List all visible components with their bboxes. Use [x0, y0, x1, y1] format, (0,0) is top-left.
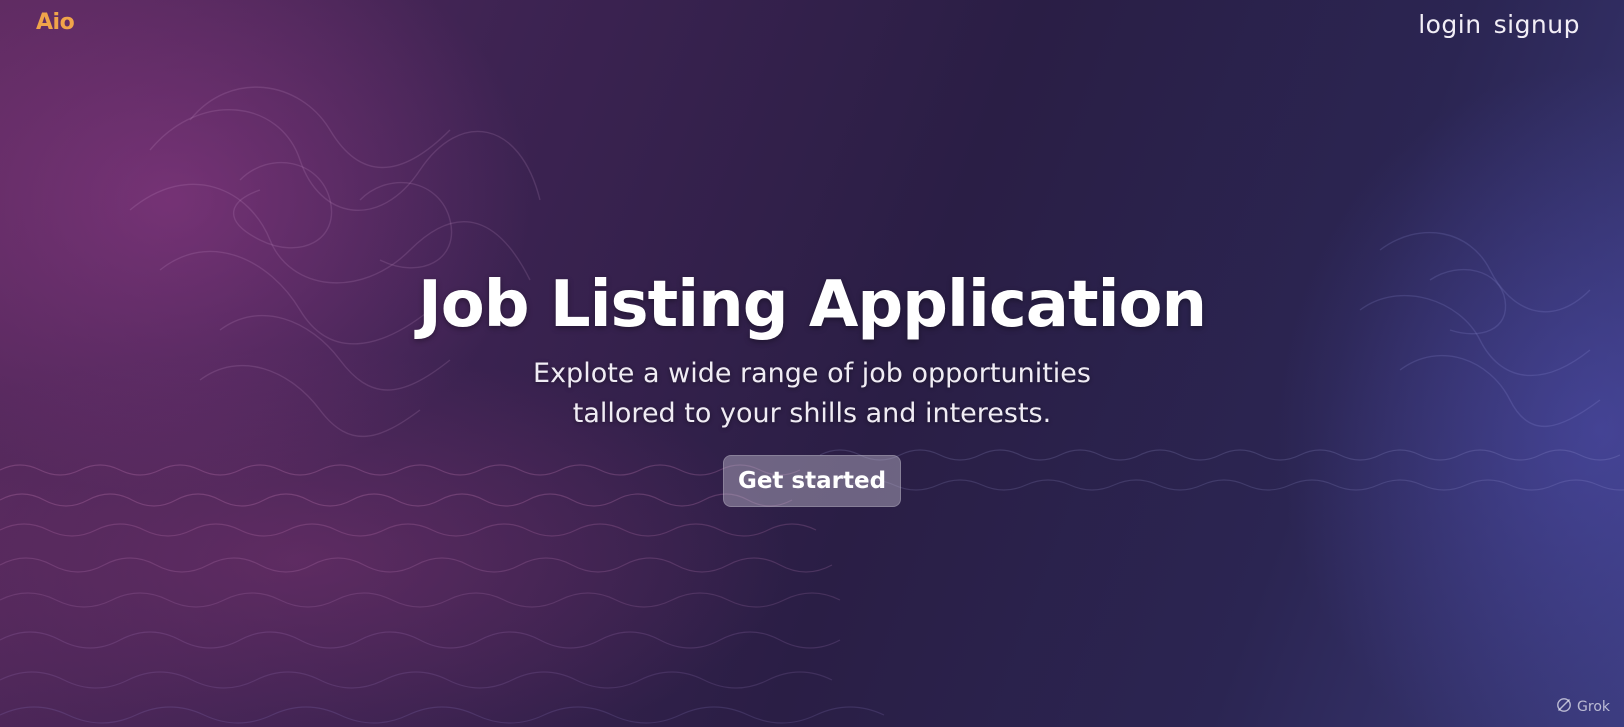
hero-subtitle-line-2: tallored to your shills and interests.: [572, 397, 1052, 429]
hero-title: Job Listing Application: [417, 268, 1207, 342]
hero-section: Job Listing Application Explote a wide r…: [0, 270, 1624, 507]
grok-logo-icon: [1556, 697, 1572, 717]
hero-subtitle: Explote a wide range of job opportunitie…: [432, 354, 1192, 432]
get-started-button[interactable]: Get started: [722, 454, 902, 507]
auth-nav: login signup: [1418, 10, 1580, 39]
signup-link[interactable]: signup: [1494, 10, 1580, 39]
top-navigation: Aio login signup: [0, 0, 1624, 60]
grok-watermark: Grok: [1556, 697, 1610, 717]
brand-logo[interactable]: Aio: [36, 10, 75, 35]
login-link[interactable]: login: [1418, 10, 1481, 39]
hero-subtitle-line-1: Explote a wide range of job opportunitie…: [533, 358, 1091, 390]
watermark-text: Grok: [1577, 699, 1610, 715]
